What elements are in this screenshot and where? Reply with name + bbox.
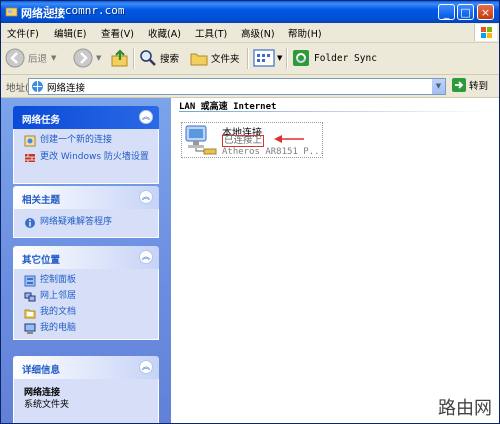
- collapse-chevron-icon[interactable]: ︽: [139, 250, 153, 264]
- my-computer-link[interactable]: 我的电脑: [24, 323, 76, 335]
- my-computer-icon: [24, 323, 36, 334]
- task-pane: 网络任务 ︽ 创建一个新的连接 更改 Windows 防火墙设置 相关主题 ︽ …: [1, 98, 171, 423]
- collapse-chevron-icon[interactable]: ︽: [139, 360, 153, 374]
- details-body: 网络连接 系统文件夹: [13, 379, 159, 423]
- troubleshooter-link[interactable]: 网络疑难解答程序: [24, 217, 112, 229]
- menu-tools[interactable]: 工具(T): [195, 26, 227, 40]
- site-watermark: 路由网: [438, 398, 492, 419]
- minimize-button[interactable]: _: [438, 4, 455, 20]
- up-folder-button[interactable]: [110, 47, 130, 69]
- address-bar: 地址(D) 网络连接 ▼ 转到: [1, 75, 499, 98]
- network-connections-icon: [32, 81, 43, 92]
- maximize-button[interactable]: □: [457, 4, 474, 20]
- other-places-title: 其它位置: [22, 255, 61, 266]
- other-places-box: 其它位置 ︽ 控制面板 网上邻居 我的文档 我的电脑: [13, 246, 159, 340]
- menu-bar: 文件(F) 编辑(E) 查看(V) 收藏(A) 工具(T) 高级(N) 帮助(H…: [1, 23, 499, 43]
- control-panel-icon: [24, 275, 36, 287]
- sync-icon: [293, 50, 309, 66]
- my-documents-link[interactable]: 我的文档: [24, 307, 76, 319]
- dropdown-arrow-icon[interactable]: ▼: [277, 54, 282, 62]
- related-topics-title: 相关主题: [22, 195, 61, 206]
- menu-advanced[interactable]: 高级(N): [241, 26, 275, 40]
- search-button[interactable]: 搜索: [139, 47, 179, 69]
- connection-status: 已连接上: [222, 135, 265, 147]
- menu-edit[interactable]: 编辑(E): [54, 26, 86, 40]
- views-button[interactable]: ▼: [253, 47, 282, 69]
- details-type: 系统文件夹: [24, 400, 70, 410]
- network-tasks-title: 网络任务: [22, 115, 61, 126]
- toolbar-separator: [286, 48, 288, 69]
- address-value: 网络连接: [47, 83, 86, 94]
- title-bar[interactable]: 网络连接 lu.comnr.com _ □ ×: [1, 1, 499, 23]
- folders-label: 文件夹: [211, 54, 240, 65]
- search-label: 搜索: [160, 54, 180, 65]
- firewall-settings-link[interactable]: 更改 Windows 防火墙设置: [24, 152, 150, 164]
- folder-icon: [190, 53, 208, 66]
- other-places-header[interactable]: 其它位置 ︽: [13, 246, 159, 269]
- dropdown-arrow-icon[interactable]: ▼: [96, 54, 101, 62]
- network-places-link[interactable]: 网上邻居: [24, 291, 76, 303]
- address-dropdown-icon[interactable]: ▼: [432, 79, 445, 94]
- network-folder-icon: [5, 7, 18, 17]
- go-button[interactable]: 转到: [452, 78, 488, 92]
- network-tasks-body: 创建一个新的连接 更改 Windows 防火墙设置: [13, 129, 159, 184]
- menu-help[interactable]: 帮助(H): [288, 26, 322, 40]
- menu-view[interactable]: 查看(V): [101, 26, 134, 40]
- create-connection-link[interactable]: 创建一个新的连接: [24, 135, 112, 147]
- forward-arrow-icon: [73, 48, 93, 68]
- toolbar-separator: [247, 48, 249, 69]
- related-topics-body: 网络疑难解答程序: [13, 209, 159, 238]
- my-documents-icon: [24, 309, 36, 319]
- dropdown-arrow-icon[interactable]: ▼: [51, 54, 56, 62]
- back-label: 后退: [28, 54, 48, 65]
- url-watermark: lu.comnr.com: [45, 4, 125, 17]
- details-box: 详细信息 ︽ 网络连接 系统文件夹: [13, 356, 159, 423]
- menu-file[interactable]: 文件(F): [7, 26, 39, 40]
- address-field[interactable]: 网络连接 ▼: [28, 78, 446, 95]
- toolbar: 后退 ▼ ▼ 搜索 文件夹 ▼ Folder Sync: [1, 43, 499, 75]
- folder-sync-label: Folder Sync: [314, 52, 377, 64]
- folders-button[interactable]: 文件夹: [190, 47, 240, 69]
- back-button[interactable]: 后退 ▼: [5, 47, 56, 69]
- search-icon: [140, 50, 156, 66]
- network-connection-icon: [185, 125, 217, 155]
- views-icon: [253, 49, 275, 67]
- network-places-icon: [24, 292, 36, 302]
- menu-favorites[interactable]: 收藏(A): [148, 26, 181, 40]
- explorer-window: 网络连接 lu.comnr.com _ □ × 文件(F) 编辑(E) 查看(V…: [0, 0, 500, 424]
- windows-logo-icon: [474, 24, 497, 41]
- collapse-chevron-icon[interactable]: ︽: [139, 190, 153, 204]
- details-header[interactable]: 详细信息 ︽: [13, 356, 159, 379]
- back-arrow-icon: [5, 48, 25, 68]
- connection-device: Atheros AR8151 P...: [222, 147, 325, 157]
- up-folder-icon: [111, 49, 128, 67]
- folder-sync-button[interactable]: Folder Sync: [292, 47, 377, 69]
- toolbar-separator: [133, 48, 135, 69]
- section-divider: [179, 111, 491, 112]
- network-tasks-header[interactable]: 网络任务 ︽: [13, 106, 159, 129]
- go-label: 转到: [469, 81, 489, 92]
- go-arrow-icon: [452, 78, 466, 92]
- other-places-body: 控制面板 网上邻居 我的文档 我的电脑: [13, 269, 159, 340]
- close-button[interactable]: ×: [477, 4, 494, 20]
- content-area: LAN 或高速 Internet 本地连接 已连接上 Atheros AR815…: [171, 98, 499, 423]
- related-topics-header[interactable]: 相关主题 ︽: [13, 186, 159, 209]
- annotation-arrow-icon: [274, 135, 304, 143]
- network-tasks-box: 网络任务 ︽ 创建一个新的连接 更改 Windows 防火墙设置: [13, 106, 159, 184]
- info-icon: [25, 218, 35, 228]
- new-connection-icon: [24, 135, 36, 147]
- control-panel-link[interactable]: 控制面板: [24, 275, 76, 287]
- related-topics-box: 相关主题 ︽ 网络疑难解答程序: [13, 186, 159, 238]
- collapse-chevron-icon[interactable]: ︽: [139, 110, 153, 124]
- details-title: 详细信息: [22, 365, 61, 376]
- forward-button[interactable]: ▼: [73, 47, 101, 69]
- firewall-icon: [25, 154, 35, 162]
